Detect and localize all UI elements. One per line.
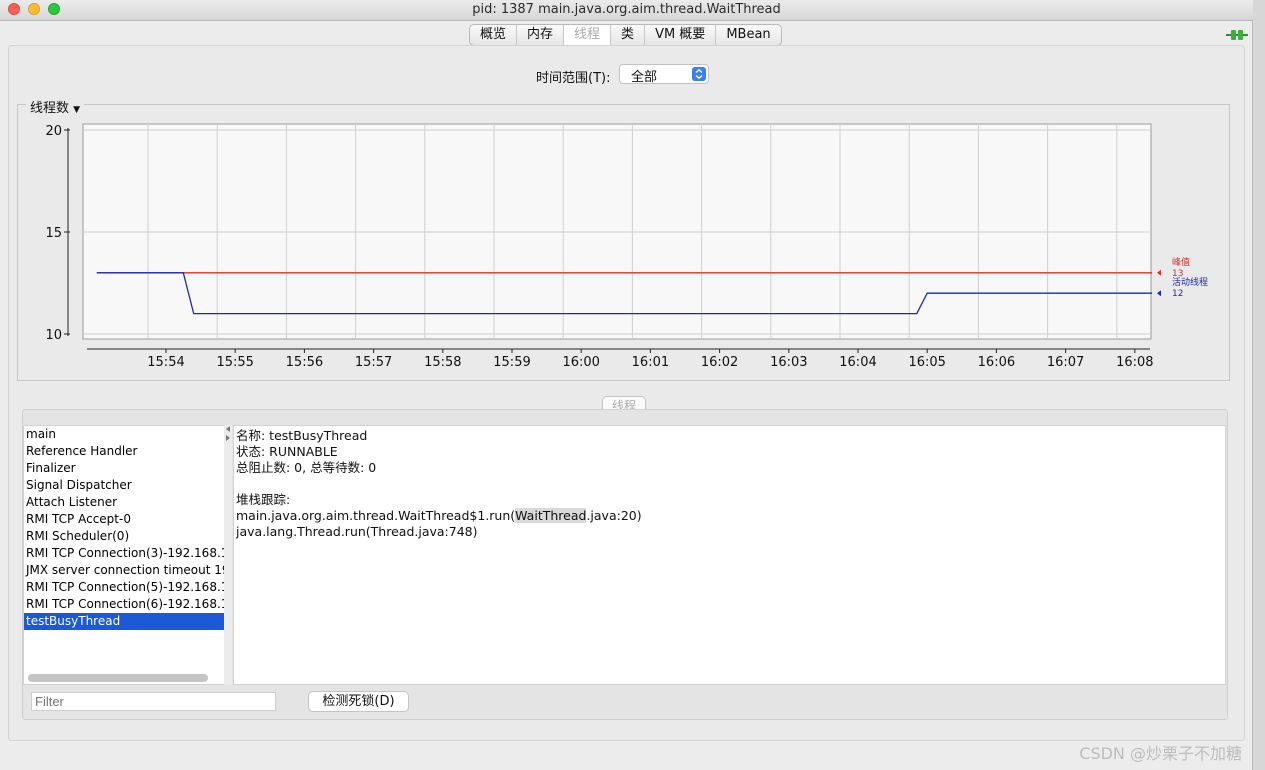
x-tick-label: 15:57 — [355, 355, 392, 370]
watermark: CSDN @炒栗子不加糖 — [1079, 744, 1242, 763]
detect-deadlock-button[interactable]: 检测死锁(D) — [308, 691, 409, 712]
thread-list-item[interactable]: Reference Handler — [24, 443, 224, 460]
x-tick-label: 15:58 — [424, 355, 461, 370]
x-tick-label: 16:03 — [770, 355, 807, 370]
legend-series-name: 峰值 — [1172, 256, 1190, 268]
thread-list-item[interactable]: Attach Listener — [24, 494, 224, 511]
thread-blocked-line: 总阻止数: 0, 总等待数: 0 — [236, 460, 377, 475]
stack-trace-title: 堆栈跟踪: — [236, 492, 291, 507]
thread-name-line: 名称: testBusyThread — [236, 428, 368, 443]
y-tick-label: 20 — [45, 124, 62, 139]
legend-series-value: 12 — [1172, 289, 1183, 299]
x-tick-label: 16:05 — [908, 355, 945, 370]
thread-state-line: 状态: RUNNABLE — [236, 444, 338, 459]
thread-list-item[interactable]: Signal Dispatcher — [24, 477, 224, 494]
thread-list-item[interactable]: RMI TCP Connection(5)-192.168.1 — [24, 579, 224, 596]
y-tick-label: 10 — [45, 328, 62, 343]
split-pane-divider[interactable] — [224, 425, 232, 685]
legend-series-name: 活动线程 — [1172, 276, 1208, 288]
thread-list-item[interactable]: JMX server connection timeout 19 — [24, 562, 224, 579]
legend-marker — [1157, 269, 1161, 276]
thread-list-item[interactable]: RMI Scheduler(0) — [24, 528, 224, 545]
x-tick-label: 16:06 — [978, 355, 1015, 370]
thread-list-item[interactable]: RMI TCP Connection(3)-192.168.1 — [24, 545, 224, 562]
thread-filter-input[interactable] — [31, 692, 276, 711]
app-window: pid: 1387 main.java.org.aim.thread.WaitT… — [0, 0, 1253, 770]
legend-marker — [1157, 290, 1161, 297]
stack-frame-1-highlight: WaitThread — [515, 508, 587, 523]
stack-frame-1-location: .java:20) — [586, 508, 642, 523]
thread-list[interactable]: main Reference Handler Finalizer Signal Dis… — [23, 425, 225, 685]
thread-list-item[interactable]: testBusyThread — [24, 613, 224, 630]
x-tick-label: 15:55 — [216, 355, 253, 370]
x-tick-label: 16:01 — [632, 355, 669, 370]
x-tick-label: 16:07 — [1047, 355, 1084, 370]
thread-list-item[interactable]: Finalizer — [24, 460, 224, 477]
thread-list-item[interactable]: RMI TCP Accept-0 — [24, 511, 224, 528]
x-tick-label: 16:08 — [1116, 355, 1153, 370]
x-tick-label: 16:04 — [839, 355, 876, 370]
thread-list-item[interactable]: RMI TCP Connection(6)-192.168.1 — [24, 596, 224, 613]
stack-frame-1: main.java.org.aim.thread.WaitThread$1.ru… — [236, 508, 1223, 524]
x-tick-label: 16:02 — [701, 355, 738, 370]
x-tick-label: 15:56 — [286, 355, 323, 370]
splitter-arrows-icon — [226, 426, 230, 441]
y-tick-label: 15 — [45, 226, 62, 241]
x-tick-label: 16:00 — [562, 355, 599, 370]
x-tick-label: 15:54 — [147, 355, 184, 370]
thread-list-item[interactable]: main — [24, 426, 224, 443]
thread-count-chart: 10 15 20 15:54 15:55 15:56 15:57 15:58 15:59 16:0… — [45, 123, 1208, 370]
thread-details: 名称: testBusyThread 状态: RUNNABLE 总阻止数: 0,… — [233, 425, 1226, 685]
thread-list-scrollbar[interactable] — [28, 674, 208, 682]
stack-frame-1-method: main.java.org.aim.thread.WaitThread$1.ru… — [236, 508, 516, 523]
x-tick-label: 15:59 — [493, 355, 530, 370]
stack-frame-2: java.lang.Thread.run(Thread.java:748) — [236, 524, 478, 539]
